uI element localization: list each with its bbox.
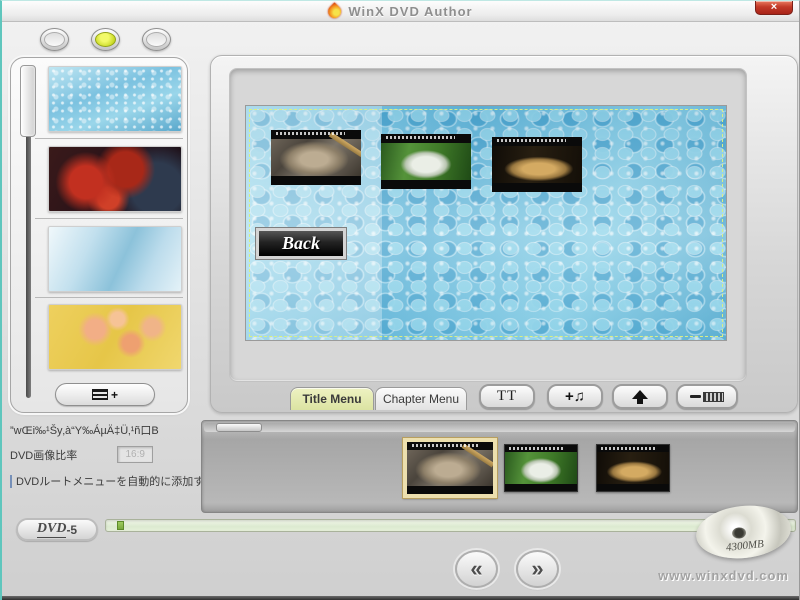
- template-thumbnail-yellow-flowers[interactable]: [48, 304, 182, 370]
- up-arrow-icon: [632, 390, 648, 404]
- template-thumbnail-red-flowers[interactable]: [48, 146, 182, 212]
- auto-root-menu-label: DVDルートメニューを自動的に添加する: [16, 473, 215, 489]
- menu-back-button[interactable]: Back: [256, 228, 346, 259]
- cat-3-watermark-text: [497, 139, 565, 142]
- template-sidebar: +: [10, 57, 188, 413]
- window-title: WinX DVD Author: [348, 4, 472, 19]
- next-step-button[interactable]: »: [516, 550, 559, 588]
- template-separator: [35, 218, 183, 219]
- preview-panel: Back: [210, 55, 798, 413]
- timeline-scrollbar-thumb[interactable]: [216, 423, 262, 432]
- cat-menu-thumb-2[interactable]: [381, 134, 471, 189]
- app-flame-icon: [326, 2, 344, 20]
- control-dot-3-inner: [146, 32, 167, 47]
- cat-menu-thumb-1[interactable]: [271, 130, 361, 185]
- template-thumbnail-blue-water[interactable]: [48, 66, 182, 132]
- cat-1-watermark-text: [276, 132, 344, 135]
- slider-grid-icon: [703, 392, 724, 402]
- back-button-label: Back: [282, 233, 320, 254]
- control-dot-1-inner: [44, 32, 65, 47]
- add-text-button[interactable]: TT: [479, 384, 535, 409]
- template-separator: [35, 138, 183, 139]
- settings-block: ”wŒi‰¹Šy‚à“Y‰ÁµÄ‡Ü‚¹ñ口B DVD画像比率 DVDルートメニ…: [10, 422, 205, 489]
- preview-screen: Back: [229, 68, 747, 382]
- titlebar: WinX DVD Author: [2, 1, 799, 22]
- control-dot-2[interactable]: [91, 28, 120, 51]
- add-template-button[interactable]: +: [55, 383, 155, 406]
- timeline-strip: [201, 420, 798, 513]
- cat-clip-1[interactable]: [403, 438, 497, 498]
- cat-menu-thumb-3[interactable]: [492, 137, 582, 192]
- tab-chapter-menu[interactable]: Chapter Menu: [375, 387, 467, 410]
- previous-step-button[interactable]: «: [455, 550, 498, 588]
- disc-type-size: -5: [66, 523, 77, 537]
- disc-capacity-label: 4300MB: [697, 535, 793, 557]
- website-watermark: www.winxdvd.com: [658, 568, 789, 583]
- cat-clip-1-image: [407, 450, 493, 485]
- disc-hole: [732, 527, 747, 539]
- close-button[interactable]: ×: [755, 1, 793, 15]
- move-up-button[interactable]: [612, 384, 668, 409]
- window-control-dots: [40, 28, 171, 51]
- control-dot-3[interactable]: [142, 28, 171, 51]
- aspect-ratio-row: DVD画像比率: [10, 446, 205, 463]
- auto-root-menu-row: DVDルートメニューを自動的に添加する: [10, 473, 205, 489]
- aspect-ratio-label: DVD画像比率: [10, 447, 77, 463]
- disc-type-brand: DVD: [37, 521, 67, 538]
- plus-icon: +: [111, 389, 118, 401]
- cat-clip-3[interactable]: [596, 444, 670, 492]
- tab-title-menu[interactable]: Title Menu: [290, 387, 374, 410]
- cat-clip-2[interactable]: [504, 444, 578, 492]
- cat-clip-3-watermark-text: [601, 447, 656, 450]
- app-window: WinX DVD Author × + ”wŒi‰¹Šy‚à“Y‰ÁµÄ‡Ü‚¹…: [0, 0, 800, 600]
- cat-1-image: [271, 139, 361, 176]
- disc-capacity-bar: [105, 519, 796, 532]
- sidebar-scrollbar-thumb[interactable]: [20, 65, 36, 137]
- template-separator: [35, 297, 183, 298]
- cat-clip-2-watermark-text: [509, 447, 564, 450]
- cat-clip-2-image: [505, 452, 577, 483]
- cat-3-image: [492, 146, 582, 183]
- dvd-menu-canvas[interactable]: Back: [246, 106, 726, 340]
- auto-root-menu-checkbox[interactable]: [10, 475, 12, 488]
- cat-2-watermark-text: [386, 136, 454, 139]
- background-settings-button[interactable]: [676, 384, 738, 409]
- aspect-ratio-input[interactable]: [117, 446, 153, 463]
- timeline-scrollbar-track[interactable]: [204, 423, 795, 432]
- slider-dash-icon: [690, 395, 701, 398]
- add-music-button[interactable]: +♫: [547, 384, 603, 409]
- cat-clip-1-watermark-text: [412, 444, 477, 447]
- control-dot-2-inner: [95, 32, 116, 47]
- capacity-marker[interactable]: [117, 521, 124, 530]
- cat-2-image: [381, 143, 471, 180]
- disc-type-button[interactable]: DVD -5: [16, 518, 98, 541]
- template-thumbnail-soft-blue[interactable]: [48, 226, 182, 292]
- status-text: ”wŒi‰¹Šy‚à“Y‰ÁµÄ‡Ü‚¹ñ口B: [10, 422, 205, 438]
- control-dot-1[interactable]: [40, 28, 69, 51]
- cat-clip-3-image: [597, 452, 669, 483]
- list-plus-icon: [92, 389, 108, 400]
